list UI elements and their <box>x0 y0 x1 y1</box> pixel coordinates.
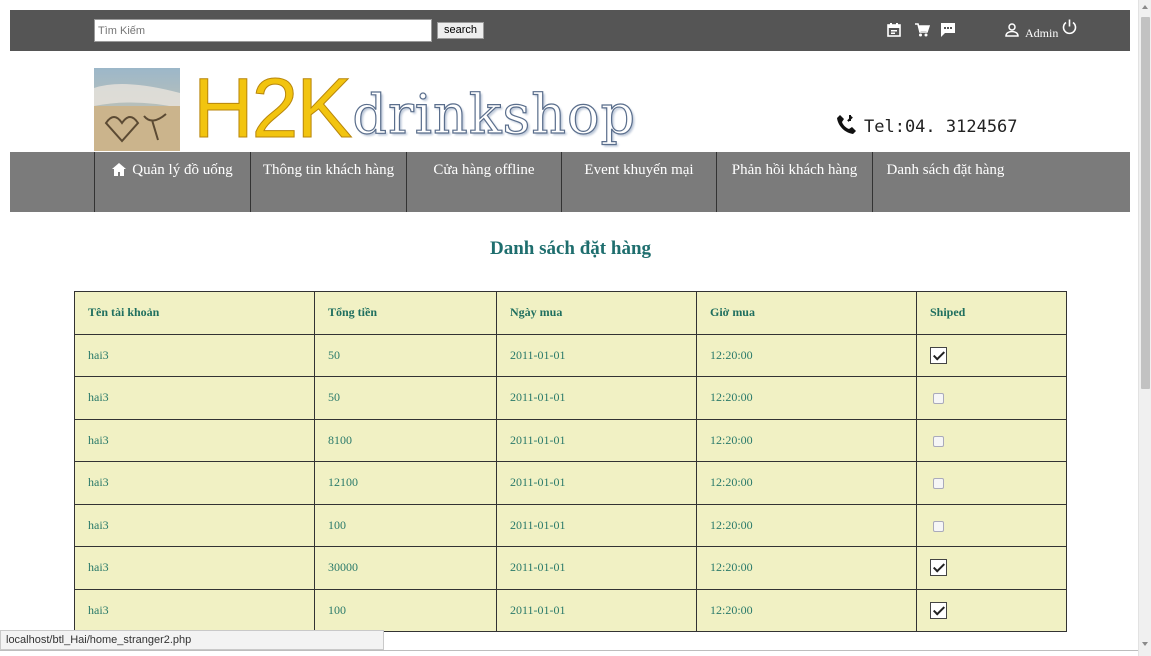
column-header-date: Ngày mua <box>496 291 697 335</box>
site-logo[interactable]: H2K drinkshop <box>192 61 637 155</box>
nav-item-drink-management[interactable]: Quản lý đồ uống <box>94 152 250 212</box>
shipped-checkbox[interactable] <box>930 601 947 619</box>
table-row: hai3 100 2011-01-01 12:20:00 <box>74 588 1067 632</box>
cell-total: 50 <box>314 333 497 377</box>
table-header-row: Tên tài khoản Tổng tiền Ngày mua Giờ mua… <box>74 291 1067 335</box>
cell-date: 2011-01-01 <box>496 588 697 632</box>
column-header-time: Giờ mua <box>696 291 917 335</box>
shipped-checkbox[interactable] <box>933 478 944 489</box>
cell-shipped <box>916 376 1067 420</box>
cell-total: 100 <box>314 503 497 547</box>
logo-drinkshop-text: drinkshop <box>352 82 637 146</box>
calendar-icon[interactable] <box>886 22 902 38</box>
cell-account: hai3 <box>74 503 315 547</box>
page-title: Danh sách đặt hàng <box>489 238 652 259</box>
cell-date: 2011-01-01 <box>496 376 697 420</box>
top-bar: search Admin <box>10 10 1130 51</box>
shipped-checkbox[interactable] <box>930 346 947 364</box>
cell-shipped <box>916 546 1067 590</box>
scrollbar-thumb[interactable] <box>1141 17 1150 389</box>
cell-shipped <box>916 588 1067 632</box>
window-bottom-edge <box>0 650 1138 656</box>
search-input[interactable] <box>94 19 432 42</box>
cell-total: 30000 <box>314 546 497 590</box>
cell-shipped <box>916 461 1067 505</box>
cell-date: 2011-01-01 <box>496 333 697 377</box>
nav-item-order-list[interactable]: Danh sách đặt hàng <box>872 152 1018 212</box>
nav-item-customer-feedback[interactable]: Phản hồi khách hàng <box>716 152 872 212</box>
orders-table-body: hai3 50 2011-01-01 12:20:00 hai3 50 2011-01-01… <box>74 333 1067 632</box>
cell-date: 2011-01-01 <box>496 461 697 505</box>
cell-shipped <box>916 333 1067 377</box>
cell-total: 50 <box>314 376 497 420</box>
table-row: hai3 8100 2011-01-01 12:20:00 <box>74 418 1067 462</box>
cell-time: 12:20:00 <box>696 461 917 505</box>
nav-item-label: Quản lý đồ uống <box>132 162 233 178</box>
cell-date: 2011-01-01 <box>496 418 697 462</box>
cell-account: hai3 <box>74 588 315 632</box>
scroll-up-arrow-icon[interactable] <box>1142 5 1148 9</box>
orders-table: Tên tài khoản Tổng tiền Ngày mua Giờ mua… <box>74 291 1067 632</box>
phone-contact: Tel:04. 3124567 <box>836 114 1018 139</box>
browser-viewport: search Admin <box>0 0 1151 656</box>
cell-time: 12:20:00 <box>696 376 917 420</box>
shipped-checkbox[interactable] <box>933 393 944 404</box>
table-row: hai3 100 2011-01-01 12:20:00 <box>74 503 1067 547</box>
cell-account: hai3 <box>74 461 315 505</box>
cell-account: hai3 <box>74 546 315 590</box>
message-icon[interactable] <box>940 22 956 38</box>
admin-menu[interactable]: Admin <box>1005 19 1077 42</box>
cell-date: 2011-01-01 <box>496 503 697 547</box>
home-icon <box>112 163 127 181</box>
cell-account: hai3 <box>74 333 315 377</box>
nav-item-customer-info[interactable]: Thông tin khách hàng <box>250 152 406 212</box>
main-nav: Quản lý đồ uống Thông tin khách hàng Cửa… <box>10 152 1130 212</box>
nav-item-label: Thông tin khách hàng <box>262 162 395 178</box>
phone-number: Tel:04. 3124567 <box>864 116 1018 137</box>
shipped-checkbox[interactable] <box>933 520 944 532</box>
nav-item-label: Danh sách đặt hàng <box>886 162 1005 178</box>
cell-time: 12:20:00 <box>696 333 917 377</box>
cell-time: 12:20:00 <box>696 588 917 632</box>
phone-icon <box>836 114 858 139</box>
table-row: hai3 12100 2011-01-01 12:20:00 <box>74 461 1067 505</box>
cell-shipped <box>916 503 1067 547</box>
cell-total: 100 <box>314 588 497 632</box>
power-icon[interactable] <box>1062 19 1077 40</box>
column-header-total: Tổng tiền <box>314 291 497 335</box>
status-bar-url: localhost/btl_Hai/home_stranger2.php <box>0 630 384 650</box>
cell-time: 12:20:00 <box>696 546 917 590</box>
logo-h2-text: H2K <box>192 61 352 155</box>
cell-date: 2011-01-01 <box>496 546 697 590</box>
cell-total: 12100 <box>314 461 497 505</box>
cell-total: 8100 <box>314 418 497 462</box>
nav-item-label: Cửa hàng offline <box>433 162 535 178</box>
logo-beach-image <box>94 68 180 151</box>
vertical-scrollbar[interactable] <box>1138 0 1151 656</box>
cell-shipped <box>916 418 1067 462</box>
column-header-account: Tên tài khoản <box>74 291 315 335</box>
cell-account: hai3 <box>74 418 315 462</box>
search-button[interactable]: search <box>437 22 484 39</box>
table-row: hai3 50 2011-01-01 12:20:00 <box>74 333 1067 377</box>
table-row: hai3 30000 2011-01-01 12:20:00 <box>74 546 1067 590</box>
nav-item-offline-store[interactable]: Cửa hàng offline <box>406 152 561 212</box>
table-row: hai3 50 2011-01-01 12:20:00 <box>74 376 1067 420</box>
shipped-checkbox[interactable] <box>930 559 947 577</box>
cell-time: 12:20:00 <box>696 503 917 547</box>
admin-label: Admin <box>1025 26 1059 40</box>
nav-item-promotion-event[interactable]: Event khuyến mại <box>561 152 716 212</box>
user-icon <box>1005 22 1019 42</box>
cell-time: 12:20:00 <box>696 418 917 462</box>
cell-account: hai3 <box>74 376 315 420</box>
cart-icon[interactable] <box>914 22 931 38</box>
scroll-down-arrow-icon[interactable] <box>1142 642 1148 646</box>
shipped-checkbox[interactable] <box>933 435 944 447</box>
nav-item-label: Phản hồi khách hàng <box>731 162 858 178</box>
nav-item-label: Event khuyến mại <box>584 162 694 178</box>
column-header-shipped: Shiped <box>916 291 1067 335</box>
